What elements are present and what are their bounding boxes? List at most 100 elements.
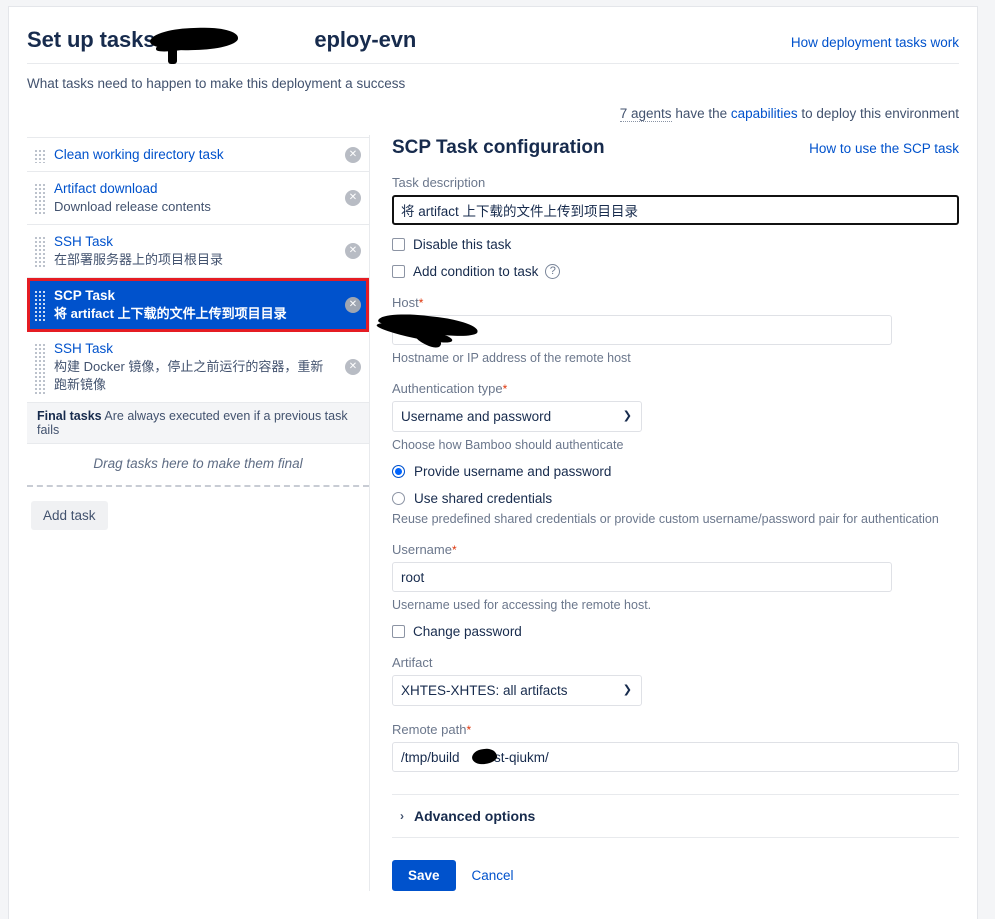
username-label: Username* [392, 542, 959, 557]
remote-path-label-text: Remote path [392, 722, 467, 737]
how-deployment-tasks-work-link[interactable]: How deployment tasks work [791, 35, 959, 50]
task-row-selected[interactable]: SCP Task 将 artifact 上下载的文件上传到项目目录 ✕ [27, 278, 369, 332]
delete-task-icon[interactable]: ✕ [345, 297, 361, 313]
advanced-options-label: Advanced options [414, 808, 536, 824]
remote-path-required-marker: * [466, 723, 472, 737]
artifact-label: Artifact [392, 655, 433, 670]
remote-path-input-wrapper [392, 742, 959, 772]
agents-count: 7 agents [619, 106, 672, 122]
change-password-row[interactable]: Change password [392, 624, 959, 639]
capabilities-link[interactable]: capabilities [731, 106, 798, 121]
add-task-button[interactable]: Add task [31, 501, 108, 530]
artifact-select-wrapper: XHTES-XHTES: all artifacts ❯ [392, 675, 642, 706]
task-row-text: Artifact download Download release conte… [54, 180, 335, 216]
header-row: Set up tasks: XXXXXXXXXXeploy-evn How de… [27, 27, 959, 53]
drag-handle-icon[interactable] [35, 343, 45, 394]
task-row[interactable]: SSH Task 在部署服务器上的项目根目录 ✕ [27, 225, 369, 278]
drag-handle-icon[interactable] [35, 183, 45, 216]
task-description-input[interactable] [392, 195, 959, 225]
radio-shared-credentials-label: Use shared credentials [414, 491, 553, 506]
auth-type-select[interactable]: Username and password [392, 401, 642, 432]
host-input[interactable] [392, 315, 892, 345]
final-tasks-bar: Final tasks Are always executed even if … [27, 403, 369, 444]
auth-type-hint: Choose how Bamboo should authenticate [392, 438, 624, 452]
task-row-description: 构建 Docker 镜像，停止之前运行的容器，重新跑新镜像 [54, 359, 324, 392]
credentials-hint: Reuse predefined shared credentials or p… [392, 512, 939, 526]
page-card: Set up tasks: XXXXXXXXXXeploy-evn How de… [8, 6, 978, 919]
task-row-text: Clean working directory task [54, 146, 335, 163]
radio-provide-credentials-label: Provide username and password [414, 464, 612, 479]
task-list: Clean working directory task ✕ Artifact … [27, 137, 369, 487]
remote-path-label: Remote path* [392, 722, 959, 737]
config-header: SCP Task configuration How to use the SC… [392, 137, 959, 159]
task-list-panel: Clean working directory task ✕ Artifact … [9, 121, 369, 891]
radio-shared-credentials[interactable] [392, 492, 405, 505]
task-row[interactable]: Clean working directory task ✕ [27, 138, 369, 172]
task-description-label: Task description [392, 175, 486, 190]
disable-task-row[interactable]: Disable this task [392, 237, 959, 252]
task-row-title: SSH Task [54, 234, 114, 249]
drag-handle-icon[interactable] [35, 290, 45, 323]
delete-task-icon[interactable]: ✕ [345, 146, 361, 163]
page-title: Set up tasks: XXXXXXXXXXeploy-evn [27, 27, 416, 53]
disable-task-label: Disable this task [413, 237, 512, 252]
radio-shared-credentials-row[interactable]: Use shared credentials [392, 491, 959, 506]
host-hint: Hostname or IP address of the remote hos… [392, 351, 631, 365]
task-row[interactable]: SSH Task 构建 Docker 镜像，停止之前运行的容器，重新跑新镜像 ✕ [27, 332, 369, 403]
task-row-title: Clean working directory task [54, 147, 224, 162]
task-row-text: SCP Task 将 artifact 上下载的文件上传到项目目录 [54, 287, 335, 323]
chevron-right-icon: › [400, 809, 404, 823]
cancel-link[interactable]: Cancel [472, 868, 514, 883]
delete-task-icon[interactable]: ✕ [345, 359, 361, 375]
radio-provide-credentials-row[interactable]: Provide username and password [392, 464, 959, 479]
disable-task-checkbox[interactable] [392, 238, 405, 251]
page-header: Set up tasks: XXXXXXXXXXeploy-evn How de… [9, 7, 977, 122]
drag-handle-icon[interactable] [35, 236, 45, 269]
task-configuration-panel: SCP Task configuration How to use the SC… [370, 121, 977, 891]
username-required-marker: * [451, 543, 457, 557]
username-input[interactable] [392, 562, 892, 592]
username-hint: Username used for accessing the remote h… [392, 598, 652, 612]
host-input-wrapper [375, 309, 959, 351]
task-row[interactable]: Artifact download Download release conte… [27, 172, 369, 225]
change-password-checkbox[interactable] [392, 625, 405, 638]
final-tasks-dropzone[interactable]: Drag tasks here to make them final [27, 444, 369, 487]
advanced-options-toggle[interactable]: › Advanced options [392, 795, 959, 838]
artifact-select[interactable]: XHTES-XHTES: all artifacts [392, 675, 642, 706]
auth-type-label: Authentication type* [392, 381, 959, 396]
add-condition-label: Add condition to task [413, 264, 539, 279]
page-title-suffix: eploy-evn [314, 27, 417, 52]
delete-task-icon[interactable]: ✕ [345, 243, 361, 259]
how-to-use-scp-task-link[interactable]: How to use the SCP task [809, 141, 959, 156]
task-row-text: SSH Task 构建 Docker 镜像，停止之前运行的容器，重新跑新镜像 [54, 340, 335, 394]
task-row-title: SSH Task [54, 341, 114, 356]
remote-path-input[interactable] [392, 742, 959, 772]
final-tasks-label: Final tasks [37, 409, 102, 423]
task-row-text: SSH Task 在部署服务器上的项目根目录 [54, 233, 335, 269]
host-label-text: Host [392, 295, 419, 310]
username-label-text: Username [392, 542, 452, 557]
task-row-description: 将 artifact 上下载的文件上传到项目目录 [54, 306, 287, 321]
add-condition-checkbox[interactable] [392, 265, 405, 278]
auth-type-required-marker: * [502, 382, 508, 396]
form-actions: Save Cancel [392, 838, 959, 891]
add-task-wrapper: Add task [27, 487, 369, 530]
delete-task-icon[interactable]: ✕ [345, 190, 361, 206]
task-row-description: Download release contents [54, 199, 211, 214]
help-icon[interactable]: ? [545, 264, 561, 279]
page-title-prefix: Set up tasks: [27, 27, 163, 52]
auth-type-label-text: Authentication type [392, 381, 503, 396]
change-password-label: Change password [413, 624, 522, 639]
host-required-marker: * [418, 296, 424, 310]
task-row-description: 在部署服务器上的项目根目录 [54, 252, 224, 267]
task-row-title: Artifact download [54, 181, 158, 196]
radio-provide-credentials[interactable] [392, 465, 405, 478]
auth-type-select-wrapper: Username and password ❯ [392, 401, 642, 432]
agents-capabilities-line: 7 agents have the capabilities to deploy… [27, 91, 959, 122]
task-row-title: SCP Task [54, 288, 116, 303]
add-condition-row[interactable]: Add condition to task ? [392, 264, 959, 279]
config-title: SCP Task configuration [392, 137, 605, 158]
drag-handle-icon[interactable] [35, 149, 45, 163]
agents-tail-text: to deploy this environment [797, 106, 959, 121]
save-button[interactable]: Save [392, 860, 456, 891]
